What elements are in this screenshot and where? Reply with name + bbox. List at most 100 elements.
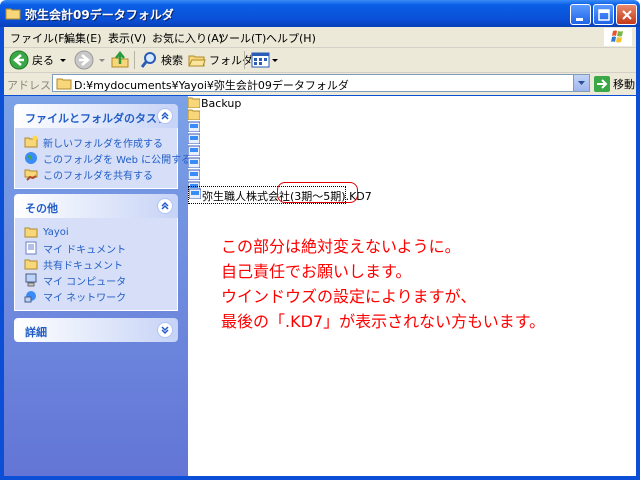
menu-edit[interactable]: 編集(E) bbox=[64, 30, 102, 46]
menu-bar: ファイル(F) 編集(E) 表示(V) お気に入り(A) ツール(T) ヘルプ(… bbox=[4, 27, 636, 48]
address-bar: アドレス(D) D:¥mydocuments¥Yayoi¥弥生会計09データフォ… bbox=[4, 73, 636, 95]
collapse-button[interactable] bbox=[157, 108, 173, 124]
details-header[interactable]: 詳細 bbox=[14, 318, 178, 342]
details-panel: 詳細 bbox=[14, 318, 178, 342]
chevron-down-icon bbox=[161, 326, 169, 335]
annotation-line-3: ウインドウズの設定によりますが、 bbox=[221, 287, 477, 306]
task-new-folder[interactable]: 新しいフォルダを作成する bbox=[15, 134, 177, 150]
place-label: マイ ネットワーク bbox=[43, 292, 127, 304]
up-folder-icon bbox=[111, 50, 129, 68]
windows-logo-icon bbox=[604, 28, 632, 46]
place-my-computer[interactable]: マイ コンピュータ bbox=[15, 272, 177, 288]
task-label: このフォルダを共有する bbox=[43, 170, 153, 182]
collapse-button[interactable] bbox=[157, 198, 173, 214]
forward-arrow-icon bbox=[74, 50, 94, 70]
file-tasks-header[interactable]: ファイルとフォルダのタスク bbox=[14, 104, 178, 128]
window-title: 弥生会計09データフォルダ bbox=[25, 8, 174, 22]
menu-favorites[interactable]: お気に入り(A) bbox=[152, 30, 223, 46]
chevron-down-icon[interactable] bbox=[58, 55, 68, 65]
file-tasks-panel: ファイルとフォルダのタスク 新しいフォルダを作成する このフォルダを Web に… bbox=[14, 104, 191, 189]
file-tasks-title: ファイルとフォルダのタスク bbox=[25, 112, 168, 125]
title-bar[interactable]: 弥生会計09データフォルダ bbox=[0, 0, 640, 27]
folders-icon bbox=[188, 55, 206, 67]
task-label: このフォルダを Web に公開する bbox=[43, 154, 192, 166]
task-label: 新しいフォルダを作成する bbox=[43, 138, 163, 150]
forward-button[interactable] bbox=[74, 50, 107, 70]
close-button[interactable] bbox=[616, 4, 637, 25]
views-icon bbox=[251, 52, 270, 68]
details-title: 詳細 bbox=[25, 326, 47, 339]
toolbar-separator bbox=[244, 51, 245, 69]
chevron-up-icon bbox=[161, 111, 169, 120]
search-icon bbox=[140, 52, 156, 68]
folder-icon bbox=[24, 227, 38, 238]
address-path: D:¥mydocuments¥Yayoi¥弥生会計09データフォルダ bbox=[74, 79, 349, 92]
search-label: 検索 bbox=[161, 54, 183, 67]
toolbar-separator bbox=[134, 51, 135, 69]
yayoi-file-icon bbox=[189, 188, 201, 199]
menu-view[interactable]: 表示(V) bbox=[108, 30, 146, 46]
task-publish-web[interactable]: このフォルダを Web に公開する bbox=[15, 150, 191, 166]
place-label: マイ コンピュータ bbox=[43, 276, 127, 288]
minimize-button[interactable] bbox=[570, 4, 591, 25]
other-places-header[interactable]: その他 bbox=[14, 194, 178, 218]
chevron-down-icon bbox=[578, 81, 585, 85]
place-label: マイ ドキュメント bbox=[43, 244, 127, 256]
folder-icon bbox=[5, 8, 21, 20]
go-button[interactable]: 移動 bbox=[594, 75, 635, 93]
yayoi-file-icon bbox=[188, 121, 200, 132]
close-icon bbox=[622, 10, 632, 20]
address-input[interactable]: D:¥mydocuments¥Yayoi¥弥生会計09データフォルダ bbox=[52, 74, 590, 92]
views-button[interactable] bbox=[251, 50, 279, 70]
annotation-line-1: この部分は絶対変えないように。 bbox=[221, 237, 461, 256]
menu-help[interactable]: ヘルプ(H) bbox=[266, 30, 316, 46]
place-my-network[interactable]: マイ ネットワーク bbox=[15, 288, 177, 304]
back-button[interactable]: 戻る bbox=[9, 50, 68, 70]
chevron-down-icon[interactable] bbox=[271, 55, 279, 65]
place-my-documents[interactable]: マイ ドキュメント bbox=[15, 240, 177, 256]
address-dropdown-button[interactable] bbox=[573, 75, 589, 91]
place-label: Yayoi bbox=[43, 226, 69, 238]
menu-tools[interactable]: ツール(T) bbox=[218, 30, 266, 46]
network-icon bbox=[24, 291, 36, 303]
yayoi-file-icon bbox=[188, 169, 200, 180]
chevron-down-icon[interactable] bbox=[97, 55, 107, 65]
expand-button[interactable] bbox=[157, 322, 173, 338]
back-label: 戻る bbox=[32, 54, 54, 67]
yayoi-file-icon bbox=[188, 145, 200, 156]
yayoi-file-icon bbox=[188, 157, 200, 168]
folder-icon bbox=[24, 259, 38, 270]
file-name: Backup bbox=[201, 97, 242, 110]
highlight-oval bbox=[277, 182, 358, 203]
go-arrow-icon bbox=[594, 76, 610, 92]
folder-icon bbox=[188, 109, 200, 120]
globe-icon bbox=[25, 152, 37, 164]
new-folder-icon bbox=[24, 135, 38, 148]
annotation-line-4: 最後の「.KD7」が表示されない方もいます。 bbox=[221, 312, 546, 331]
chevron-up-icon bbox=[161, 201, 169, 210]
search-button[interactable]: 検索 bbox=[140, 50, 183, 70]
toolbar: 戻る 検索 フォルダ bbox=[4, 48, 636, 73]
place-shared-documents[interactable]: 共有ドキュメント bbox=[15, 256, 177, 272]
shared-folder-icon bbox=[24, 169, 38, 181]
place-yayoi[interactable]: Yayoi bbox=[15, 224, 177, 240]
task-pane: ファイルとフォルダのタスク 新しいフォルダを作成する このフォルダを Web に… bbox=[4, 96, 191, 476]
computer-icon bbox=[25, 273, 37, 287]
folder-icon bbox=[56, 78, 72, 90]
yayoi-file-icon bbox=[188, 133, 200, 144]
other-places-title: その他 bbox=[25, 202, 58, 215]
maximize-icon bbox=[598, 9, 610, 21]
my-documents-icon bbox=[25, 241, 37, 255]
task-share-folder[interactable]: このフォルダを共有する bbox=[15, 166, 177, 182]
up-folder-button[interactable] bbox=[110, 50, 130, 70]
menu-file[interactable]: ファイル(F) bbox=[10, 30, 69, 46]
annotation-line-2: 自己責任でお願いします。 bbox=[221, 262, 412, 281]
back-arrow-icon bbox=[9, 50, 29, 70]
go-label: 移動 bbox=[613, 78, 635, 91]
folder-icon bbox=[188, 97, 200, 108]
other-places-panel: その他 Yayoi マイ ドキュメント 共有ドキュメント マイ コンピュータ マ… bbox=[14, 194, 178, 311]
place-label: 共有ドキュメント bbox=[43, 260, 123, 272]
minimize-icon bbox=[576, 18, 583, 21]
folders-label: フォルダ bbox=[209, 54, 253, 67]
maximize-button[interactable] bbox=[593, 4, 614, 25]
